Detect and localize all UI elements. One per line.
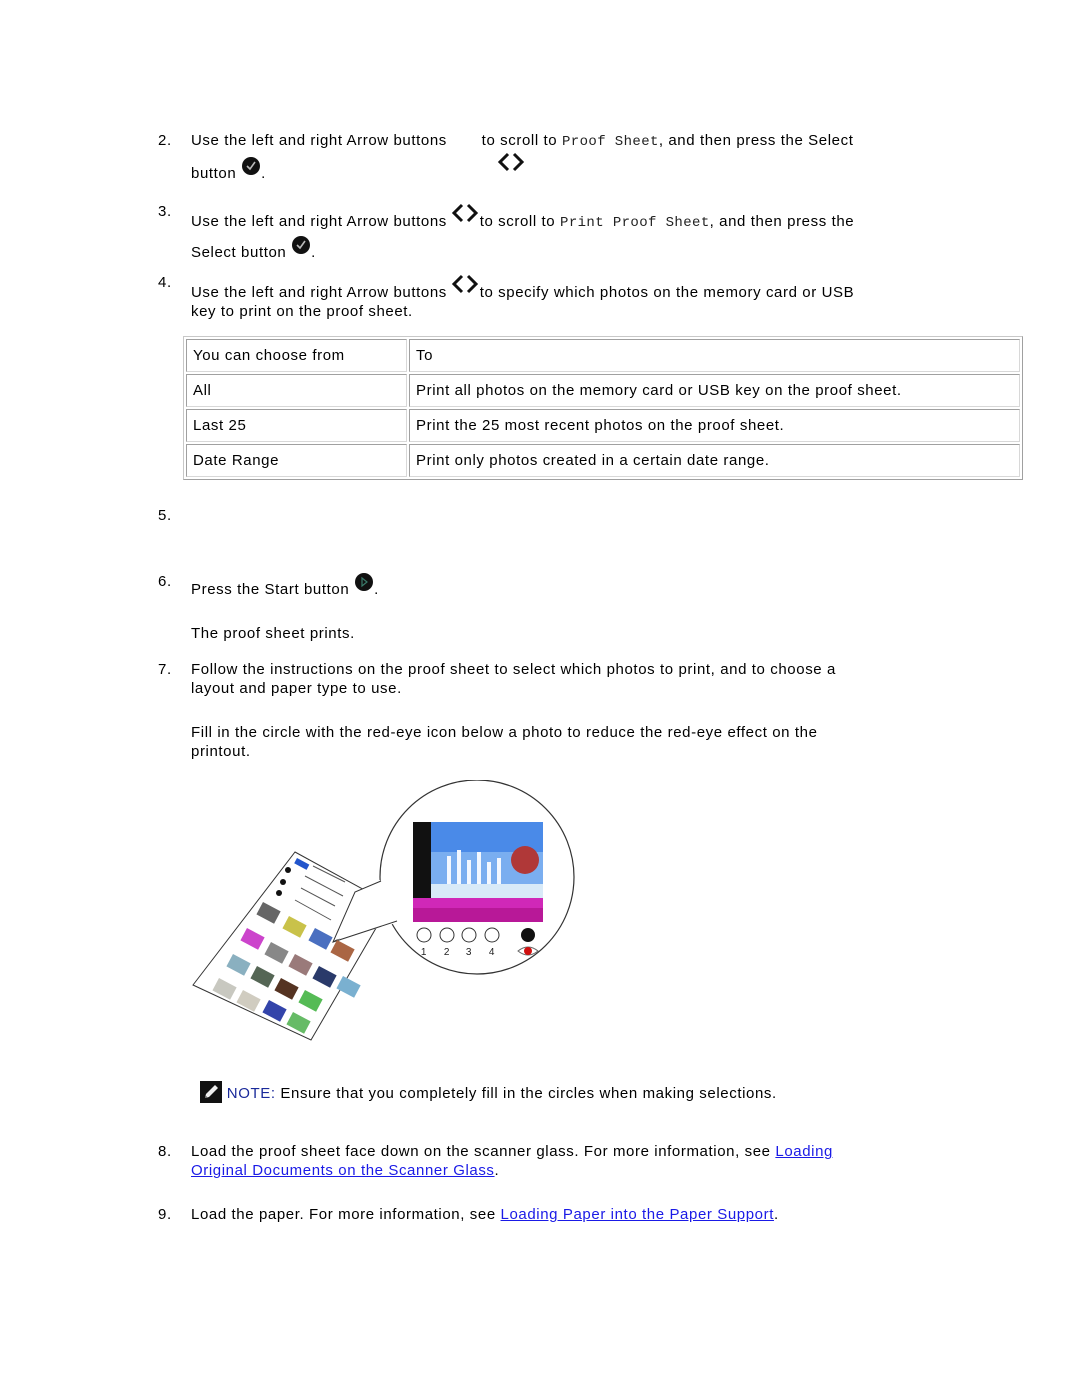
link-loading-original-documents-cont[interactable]: Original Documents on the Scanner Glass [191, 1162, 495, 1179]
arrow-buttons-icon [497, 152, 525, 172]
table-cell: Print the 25 most recent photos on the p… [409, 409, 1020, 442]
step-text: layout and paper type to use. [191, 680, 402, 697]
step-number: 4. [158, 274, 172, 291]
select-button-icon [292, 236, 311, 254]
step-result: The proof sheet prints. [191, 625, 355, 642]
link-loading-original-documents[interactable]: Loading [775, 1143, 833, 1160]
table-cell: Print only photos created in a certain d… [409, 444, 1020, 477]
step-text: Load the proof sheet face down on the sc… [191, 1143, 776, 1160]
step-text: button [191, 165, 237, 182]
step-text: Press the Start button [191, 581, 350, 598]
options-table: You can choose from To All Print all pho… [183, 336, 1023, 480]
table-cell: Date Range [186, 444, 407, 477]
table-row: Last 25 Print the 25 most recent photos … [186, 409, 1020, 442]
note: NOTE: Ensure that you completely fill in… [200, 1081, 1000, 1105]
note-label: NOTE: [226, 1085, 276, 1102]
step-text: Select button [191, 244, 287, 261]
table-cell: Print all photos on the memory card or U… [409, 374, 1020, 407]
step-text: key to print on the proof sheet. [191, 303, 413, 320]
step-text: Follow the instructions on the proof she… [191, 661, 836, 678]
menu-option-code: Print Proof Sheet [560, 215, 710, 231]
proof-sheet-illustration: 1 2 3 4 [192, 780, 575, 1041]
step-tip: Fill in the circle with the red-eye icon… [191, 724, 818, 741]
step-text: to specify which photos on the memory ca… [479, 284, 855, 301]
menu-option-code: Proof Sheet [562, 134, 659, 150]
circle-label: 4 [489, 947, 495, 958]
arrow-buttons-icon [451, 274, 478, 294]
step-number: 2. [158, 132, 172, 149]
select-button-icon [242, 157, 261, 175]
step-text: , and then press the Select [658, 132, 854, 149]
step-text: Load the paper. For more information, se… [191, 1206, 501, 1223]
table-header: To [409, 339, 1020, 372]
note-pencil-icon [200, 1081, 222, 1103]
step-tip: printout. [191, 743, 251, 760]
table-row: Date Range Print only photos created in … [186, 444, 1020, 477]
filled-red-eye-circle [521, 928, 535, 942]
proof-sheet-paper [192, 851, 391, 1041]
step-number: 6. [158, 573, 172, 590]
step-number: 9. [158, 1206, 172, 1223]
step-number: 5. [158, 507, 172, 524]
table-header: You can choose from [186, 339, 407, 372]
table-row: All Print all photos on the memory card … [186, 374, 1020, 407]
circle-label: 1 [421, 947, 427, 958]
table-header-row: You can choose from To [186, 339, 1020, 372]
step-text: to scroll to [479, 213, 561, 230]
table-cell: Last 25 [186, 409, 407, 442]
circle-label: 3 [466, 947, 472, 958]
step-number: 3. [158, 203, 172, 220]
circle-label: 2 [444, 947, 450, 958]
arrow-buttons-icon [451, 203, 478, 223]
step-text: Use the left and right Arrow buttons [191, 284, 447, 301]
step-text: Use the left and right Arrow buttons [191, 213, 447, 230]
step-text: Use the left and right Arrow buttons [191, 132, 447, 149]
table-cell: All [186, 374, 407, 407]
link-loading-paper[interactable]: Loading Paper into the Paper Support [501, 1206, 774, 1223]
step-text: to scroll to [476, 132, 562, 149]
note-text: Ensure that you completely fill in the c… [275, 1085, 777, 1102]
start-button-icon [355, 573, 374, 591]
step-number: 7. [158, 661, 172, 678]
step-text: , and then press the [709, 213, 855, 230]
magnified-photo [413, 822, 543, 922]
step-number: 8. [158, 1143, 172, 1160]
